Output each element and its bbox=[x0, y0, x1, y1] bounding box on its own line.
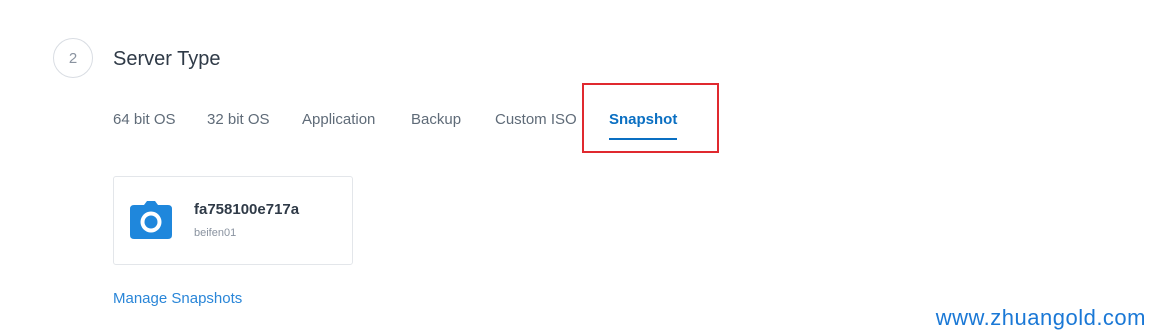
snapshot-label: beifen01 bbox=[194, 227, 237, 239]
step-number-badge: 2 bbox=[53, 38, 93, 78]
snapshot-id: fa758100e717a bbox=[194, 201, 300, 218]
highlight-box bbox=[582, 83, 719, 153]
server-type-page: 2 Server Type 64 bit OS 32 bit OS Applic… bbox=[0, 0, 1152, 335]
section-title: Server Type bbox=[113, 48, 221, 70]
tab-custom-iso[interactable]: Custom ISO bbox=[495, 110, 577, 130]
tab-application[interactable]: Application bbox=[302, 110, 375, 130]
manage-snapshots-link[interactable]: Manage Snapshots bbox=[113, 290, 242, 307]
tab-32-bit-os[interactable]: 32 bit OS bbox=[207, 110, 270, 130]
tab-backup[interactable]: Backup bbox=[411, 110, 461, 130]
camera-icon bbox=[130, 201, 172, 239]
snapshot-card[interactable]: fa758100e717a beifen01 bbox=[113, 176, 353, 265]
watermark-text: www.zhuangold.com bbox=[935, 305, 1146, 330]
tab-64-bit-os[interactable]: 64 bit OS bbox=[113, 110, 176, 130]
